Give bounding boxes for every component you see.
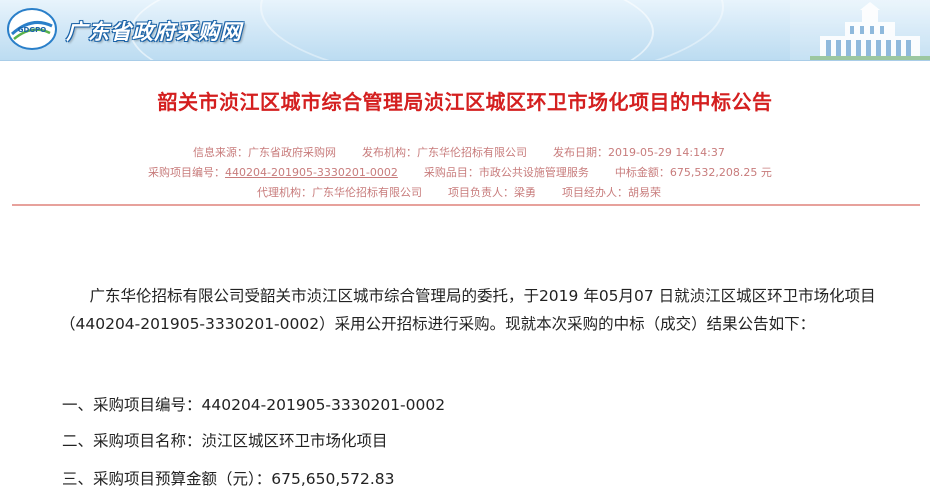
header-divider	[12, 204, 920, 206]
list-item: 二、采购项目名称：浈江区城区环卫市场化项目	[62, 432, 388, 450]
source-value: 广东省政府采购网	[248, 146, 336, 159]
site-header-banner: GDGPO 广东省政府采购网	[0, 0, 930, 61]
list-item: 一、采购项目编号：440204-201905-3330201-0002	[62, 396, 446, 414]
page-title: 韶关市浈江区城市综合管理局浈江区城区环卫市场化项目的中标公告	[157, 90, 773, 114]
meta-row-1: 信息来源：广东省政府采购网 发布机构：广东华伦招标有限公司 发布日期：2019-05…	[193, 144, 930, 160]
logo-text: GDGPO	[18, 26, 46, 34]
amount-label: 中标金额：	[614, 166, 670, 179]
category-value: 市政公共设施管理服务	[478, 166, 589, 179]
date-label: 发布日期：	[553, 146, 608, 159]
banner-decoration	[260, 0, 724, 60]
project-handler-label: 项目经办人：	[562, 186, 628, 199]
project-number-link[interactable]: 440204-201905-3330201-0002	[225, 166, 398, 179]
project-leader-label: 项目负责人：	[448, 186, 514, 199]
gdgpo-logo-icon[interactable]: GDGPO	[6, 6, 58, 52]
agency-value: 广东华伦招标有限公司	[312, 186, 422, 199]
meta-row-3: 代理机构：广东华伦招标有限公司 项目负责人：梁勇 项目经办人：胡易荣	[257, 184, 930, 200]
project-leader-value: 梁勇	[514, 186, 536, 199]
project-number-label: 采购项目编号：	[148, 166, 225, 179]
amount-value: 675,532,208.25 元	[669, 166, 772, 179]
category-label: 采购品目：	[423, 166, 479, 179]
list-item: 三、采购项目预算金额（元）：675,650,572.83	[62, 470, 395, 488]
agency-label: 代理机构：	[257, 186, 312, 199]
government-building-icon	[790, 0, 930, 60]
date-value: 2019-05-29 14:14:37	[608, 146, 725, 159]
site-name[interactable]: 广东省政府采购网	[66, 16, 242, 46]
publisher-value: 广东华伦招标有限公司	[417, 146, 527, 159]
publisher-label: 发布机构：	[362, 146, 417, 159]
source-label: 信息来源：	[193, 146, 248, 159]
meta-row-2: 采购项目编号：440204-201905-3330201-0002 采购品目：市政…	[148, 164, 930, 180]
project-handler-value: 胡易荣	[628, 186, 661, 199]
announcement-intro: 广东华伦招标有限公司受韶关市浈江区城市综合管理局的委托，于2019 年05月07…	[60, 287, 876, 333]
